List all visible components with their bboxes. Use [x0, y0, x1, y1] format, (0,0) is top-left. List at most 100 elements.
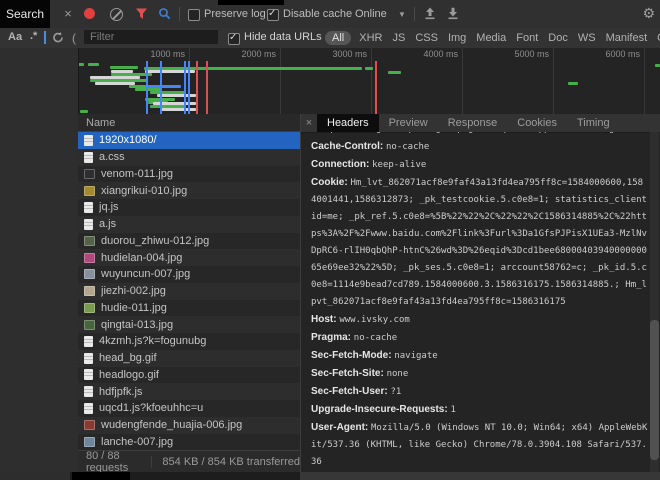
request-row[interactable]: 1920x1080/ [78, 132, 300, 149]
request-name: jiezhi-002.jpg [101, 285, 166, 297]
request-row[interactable]: a.js [78, 216, 300, 233]
chevron-down-icon[interactable]: ▼ [398, 10, 406, 19]
filter-pill-font[interactable]: Font [514, 31, 540, 45]
image-icon [84, 437, 95, 447]
request-row[interactable]: xiangrikui-010.jpg [78, 182, 300, 199]
request-row[interactable]: qingtai-013.jpg [78, 316, 300, 333]
request-name: a.css [99, 151, 125, 163]
export-har-button[interactable] [447, 7, 459, 25]
headers-list: Cache-Control: no-cacheConnection: keep-… [311, 138, 648, 471]
document-icon [84, 152, 93, 163]
bottom-left-segment [0, 472, 70, 480]
request-row[interactable]: lanche-007.jpg [78, 434, 300, 451]
filter-input[interactable] [84, 30, 218, 44]
filter-pill-ws[interactable]: WS [576, 31, 598, 45]
filter-toggle-button[interactable] [135, 7, 148, 25]
filter-pill-all[interactable]: All [325, 31, 351, 45]
image-icon [84, 320, 95, 330]
tab-response[interactable]: Response [438, 114, 508, 132]
tab-timing[interactable]: Timing [567, 114, 620, 132]
filter-pill-xhr[interactable]: XHR [357, 31, 384, 45]
header-line: Sec-Fetch-User: ?1 [311, 383, 648, 401]
header-line: Cookie: Hm_lvt_862071acf8e9faf43a13fd4ea… [311, 174, 648, 311]
request-name: hudielan-004.jpg [101, 252, 182, 264]
hide-data-urls-checkbox[interactable] [228, 33, 240, 45]
details-tabs: HeadersPreviewResponseCookiesTiming [317, 114, 620, 132]
request-row[interactable]: 4kzmh.js?k=fogunubg [78, 333, 300, 350]
throttling-select[interactable]: Online [355, 8, 387, 20]
request-row[interactable]: hudie-011.jpg [78, 300, 300, 317]
request-row[interactable]: a.css [78, 149, 300, 166]
document-icon [84, 135, 93, 146]
tab-preview[interactable]: Preview [379, 114, 438, 132]
arrow-up-icon [424, 7, 436, 20]
scrollbar-thumb[interactable] [650, 320, 659, 460]
filter-pill-css[interactable]: CSS [413, 31, 440, 45]
filter-pill-manifest[interactable]: Manifest [604, 31, 650, 45]
record-icon [84, 8, 95, 19]
request-row[interactable]: duorou_zhiwu-012.jpg [78, 233, 300, 250]
request-name: jq.js [99, 201, 119, 213]
request-row[interactable]: venom-011.jpg [78, 166, 300, 183]
disable-cache-checkbox[interactable] [267, 9, 279, 21]
record-button[interactable] [84, 8, 95, 19]
filter-pill-doc[interactable]: Doc [546, 31, 570, 45]
request-name: qingtai-013.jpg [101, 319, 173, 331]
devtools-window: Search × Preserve log Disable cache Onli… [0, 0, 660, 480]
tab-cookies[interactable]: Cookies [507, 114, 567, 132]
preserve-log-checkbox[interactable] [188, 9, 200, 21]
request-row[interactable]: head_bg.gif [78, 350, 300, 367]
request-name: lanche-007.jpg [101, 436, 173, 448]
top-toolbar: Search × Preserve log Disable cache Onli… [0, 0, 660, 29]
preserve-log-label[interactable]: Preserve log [204, 8, 266, 20]
document-icon [84, 369, 93, 380]
document-icon [84, 336, 93, 347]
header-value: no-cache [386, 142, 429, 152]
request-row[interactable]: wuyuncun-007.jpg [78, 266, 300, 283]
bottom-scroll-strip[interactable] [300, 472, 660, 480]
search-results-panel [0, 48, 79, 472]
top-black-strip [218, 0, 284, 5]
refresh-button[interactable] [52, 31, 64, 49]
request-name: hdfjpfk.js [99, 386, 142, 398]
header-name: Sec-Fetch-Mode: [311, 350, 394, 361]
close-icon[interactable]: × [60, 6, 76, 22]
search-button[interactable] [158, 7, 171, 25]
time-tick-label: 3000 ms [321, 49, 367, 59]
filter-pill-img[interactable]: Img [446, 31, 468, 45]
waterfall-bar [88, 63, 99, 66]
request-name: 1920x1080/ [99, 134, 157, 146]
request-name: 4kzmh.js?k=fogunubg [99, 335, 206, 347]
hide-data-urls-label[interactable]: Hide data URLs [244, 31, 322, 43]
tab-search[interactable]: Search [0, 0, 50, 28]
request-row[interactable]: uqcd1.js?kfoeuhhc=u [78, 400, 300, 417]
waterfall-bar [655, 64, 660, 67]
header-name: Pragma: [311, 332, 354, 343]
filter-pill-media[interactable]: Media [474, 31, 508, 45]
regex-button[interactable]: .* [30, 30, 37, 42]
overview-chart[interactable]: 1000 ms2000 ms3000 ms4000 ms5000 ms6000 … [78, 48, 660, 115]
request-rows: 1920x1080/a.css venom-011.jpgxiangrikui-0… [78, 132, 300, 450]
image-icon [84, 286, 95, 296]
tab-headers[interactable]: Headers [317, 114, 379, 132]
request-row[interactable]: jiezhi-002.jpg [78, 283, 300, 300]
disable-cache-label[interactable]: Disable cache [283, 8, 352, 20]
header-name: Upgrade-Insecure-Requests: [311, 404, 450, 415]
request-row[interactable]: hudielan-004.jpg [78, 249, 300, 266]
clear-button[interactable] [110, 8, 123, 21]
grid-line [371, 48, 372, 114]
request-row[interactable]: hdfjpfk.js [78, 383, 300, 400]
import-har-button[interactable] [424, 7, 436, 25]
name-column-header[interactable]: Name [78, 114, 300, 132]
filter-pill-js[interactable]: JS [390, 31, 407, 45]
match-case-button[interactable]: Aa [8, 31, 22, 43]
request-row[interactable]: headlogo.gif [78, 367, 300, 384]
filter-pill-other[interactable]: Other [655, 31, 660, 45]
gear-icon[interactable]: ⚙ [642, 6, 655, 22]
close-details-icon[interactable]: × [301, 117, 317, 129]
document-icon [84, 403, 93, 414]
blue-event-line [160, 61, 162, 114]
request-row[interactable]: jq.js [78, 199, 300, 216]
time-tick-label: 6000 ms [594, 49, 640, 59]
request-row[interactable]: wudengfende_huajia-006.jpg [78, 417, 300, 434]
